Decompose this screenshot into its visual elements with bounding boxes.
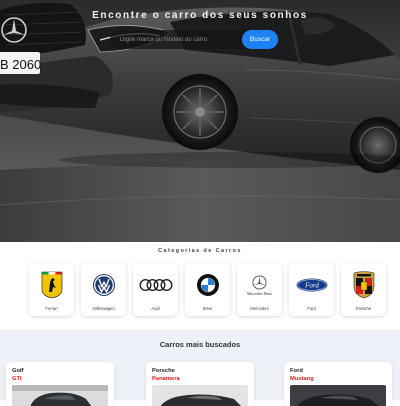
category-card-volkswagen[interactable]: Volkswagen bbox=[81, 263, 126, 316]
porsche-logo-icon bbox=[341, 271, 386, 299]
category-name: Audi bbox=[151, 306, 160, 311]
categories-section: Categorias de Carros Ferrari Volkswagen … bbox=[0, 242, 400, 330]
mercedes-logo-icon: Mercedes-Benz bbox=[237, 271, 282, 299]
ferrari-logo-icon bbox=[29, 271, 74, 299]
car-image bbox=[290, 385, 386, 406]
most-searched-section: Carros mais buscados Golf GTI Porsche Pa… bbox=[0, 330, 400, 406]
search-button[interactable]: Buscar bbox=[242, 30, 278, 49]
search-bar: Buscar bbox=[110, 30, 278, 49]
category-name: Volkswagen bbox=[92, 306, 115, 311]
category-name: Mercedes bbox=[250, 306, 269, 311]
volkswagen-logo-icon bbox=[81, 271, 126, 299]
car-model: GTI bbox=[12, 376, 22, 382]
category-card-ford[interactable]: Ford Ford bbox=[289, 263, 334, 316]
car-model: Panamera bbox=[152, 376, 180, 382]
category-card-bmw[interactable]: Bmw bbox=[185, 263, 230, 316]
categories-title: Categorias de Carros bbox=[158, 248, 242, 254]
car-image bbox=[12, 385, 108, 406]
category-card-audi[interactable]: Audi bbox=[133, 263, 178, 316]
most-searched-title: Carros mais buscados bbox=[159, 340, 241, 349]
car-image bbox=[152, 385, 248, 406]
category-name: Ford bbox=[307, 306, 316, 311]
ford-logo-icon: Ford bbox=[289, 271, 334, 299]
car-brand: Golf bbox=[12, 368, 24, 374]
hero-title: Encontre o carro dos seus sonhos bbox=[92, 10, 308, 21]
car-brand: Porsche bbox=[152, 368, 175, 374]
category-name: Ferrari bbox=[45, 306, 58, 311]
category-card-ferrari[interactable]: Ferrari bbox=[29, 263, 74, 316]
car-card-golf[interactable]: Golf GTI bbox=[6, 362, 114, 406]
car-brand: Ford bbox=[290, 368, 303, 374]
car-model: Mustang bbox=[290, 376, 314, 382]
category-card-mercedes[interactable]: Mercedes-Benz Mercedes bbox=[237, 263, 282, 316]
car-card-ford[interactable]: Ford Mustang bbox=[284, 362, 392, 406]
plate-text: B 2060 bbox=[0, 57, 41, 72]
car-card-porsche[interactable]: Porsche Panamera bbox=[146, 362, 254, 406]
category-name: Porsche bbox=[355, 306, 372, 311]
search-input[interactable] bbox=[110, 30, 242, 49]
audi-logo-icon bbox=[133, 271, 178, 299]
ford-logo-wordmark: Ford bbox=[304, 282, 319, 290]
hero-banner: B 2060 Encontre o carro dos seus sonhos … bbox=[0, 0, 400, 242]
category-name: Bmw bbox=[202, 306, 213, 311]
categories-list: Ferrari Volkswagen Audi Bmw Mercedes-Ben… bbox=[29, 263, 386, 316]
bmw-logo-icon bbox=[185, 271, 230, 299]
mercedes-logo-wordmark: Mercedes-Benz bbox=[246, 290, 273, 296]
category-card-porsche[interactable]: Porsche bbox=[341, 263, 386, 316]
